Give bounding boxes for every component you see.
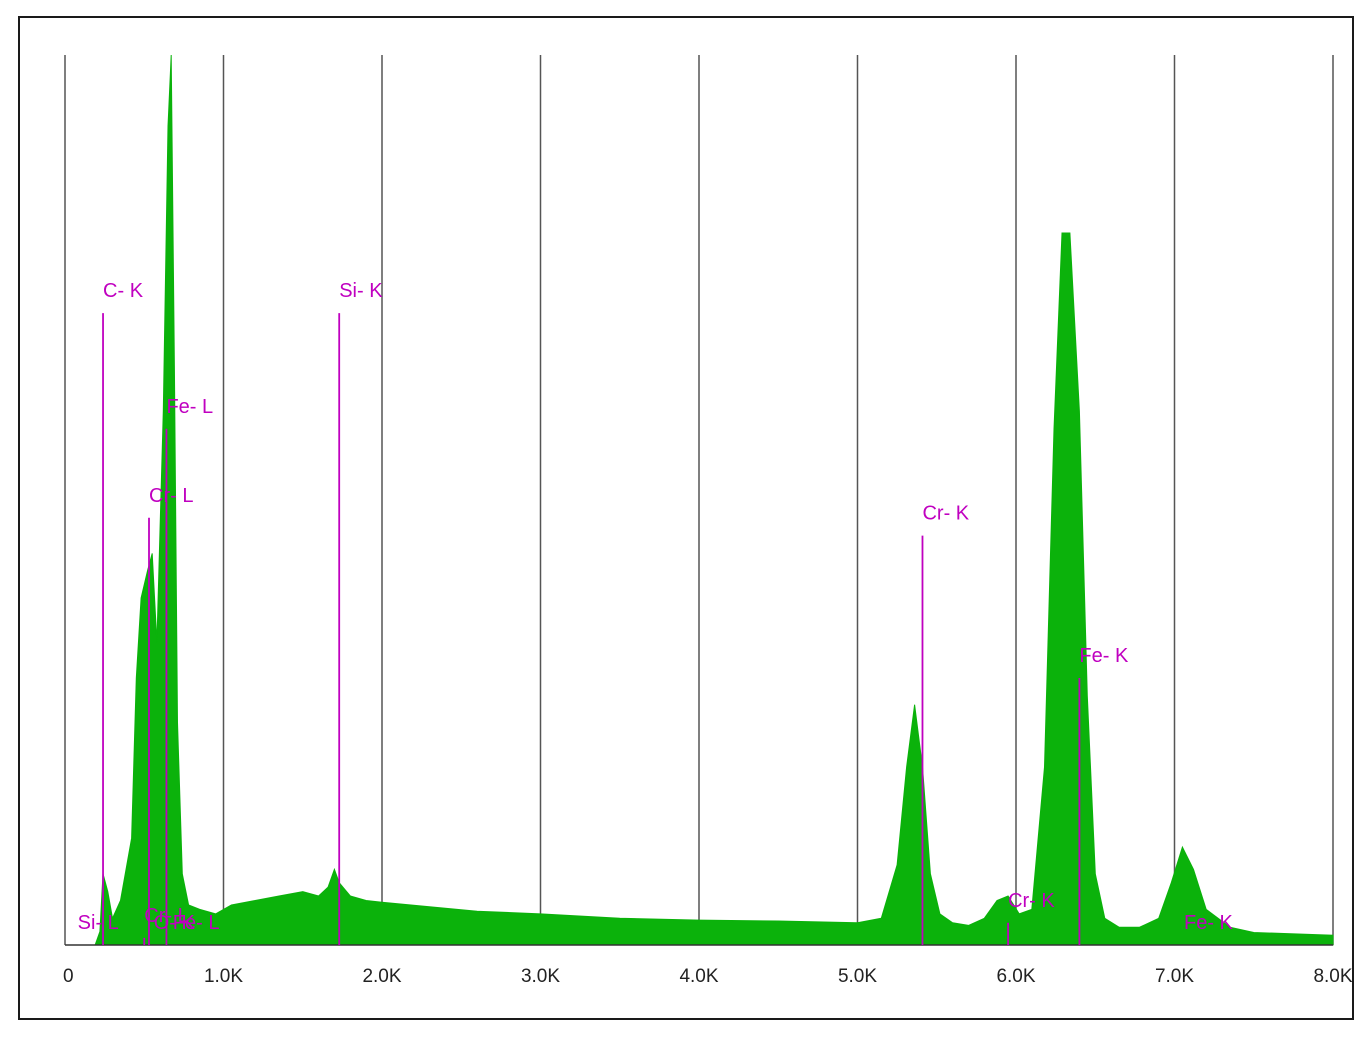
x-tick-label-1: 1.0K [204,966,243,987]
peak-marker-label-10: Fe- K [1079,645,1129,667]
peak-marker-label-7: Si- K [339,280,383,302]
x-tick-label-6: 6.0K [996,966,1035,987]
peak-marker-label-8: Cr- K [922,503,969,525]
x-tick-label-0: 0 [63,966,74,987]
peak-marker-label-3: Cr- L [149,485,193,507]
peak-marker-label-1: C- K [103,280,144,302]
peak-marker-label-5: Fe- L [166,396,213,418]
x-tick-label-5: 5.0K [838,966,877,987]
chart-frame [18,16,1354,1020]
peak-marker-label-6: Fe- L [173,912,220,934]
peak-marker-label-9: Cr- K [1008,890,1055,912]
x-tick-label-3: 3.0K [521,966,560,987]
eds-spectrum-chart: Si- LC- KCr- LCr- LO- KFe- LFe- LSi- KCr… [18,16,1354,1020]
peak-marker-label-0: Si- L [78,912,119,934]
x-tick-label-4: 4.0K [679,966,718,987]
x-tick-label-2: 2.0K [362,966,401,987]
x-tick-label-8: 8.0K [1313,966,1352,987]
x-tick-label-7: 7.0K [1155,966,1194,987]
peak-marker-label-11: Fe- K [1184,912,1234,934]
